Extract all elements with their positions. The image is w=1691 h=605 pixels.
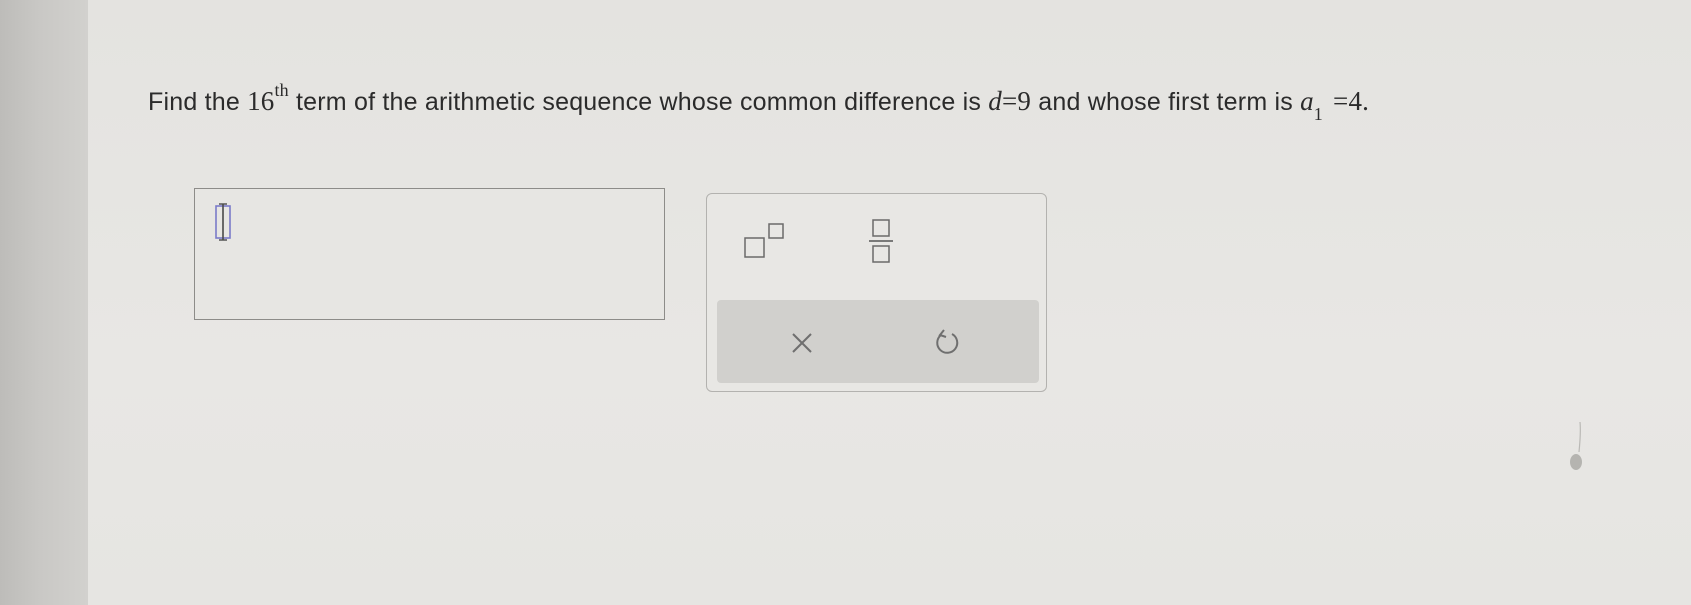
undo-button[interactable] (922, 318, 972, 368)
d-value: 9 (1017, 86, 1032, 116)
term-suffix: th (274, 80, 289, 100)
keypad-action-bar (717, 300, 1039, 383)
a-symbol: a (1300, 86, 1314, 116)
question-text: Find the 16th term of the arithmetic seq… (148, 80, 1370, 124)
question-text-start: Find the (148, 88, 248, 116)
question-text-end: and whose first term is (1031, 88, 1301, 116)
a-equals: = (1333, 86, 1349, 116)
d-equals: = (1001, 86, 1018, 116)
a-subscript: 1 (1313, 104, 1323, 124)
superscript-icon (744, 223, 784, 258)
fraction-button[interactable] (857, 212, 907, 270)
d-symbol: d (988, 86, 1002, 116)
math-keypad (706, 193, 1047, 392)
exponent-button[interactable] (737, 212, 795, 262)
screen-smudge (1570, 421, 1582, 470)
fraction-icon (869, 219, 893, 263)
close-icon (792, 333, 812, 353)
answer-input[interactable] (194, 188, 665, 320)
clear-button[interactable] (777, 318, 827, 368)
a-value: 4. (1348, 86, 1370, 116)
undo-icon (936, 329, 959, 354)
term-number: 16 (247, 86, 275, 116)
question-text-middle: term of the arithmetic sequence whose co… (288, 88, 989, 116)
text-cursor-icon (215, 203, 231, 241)
